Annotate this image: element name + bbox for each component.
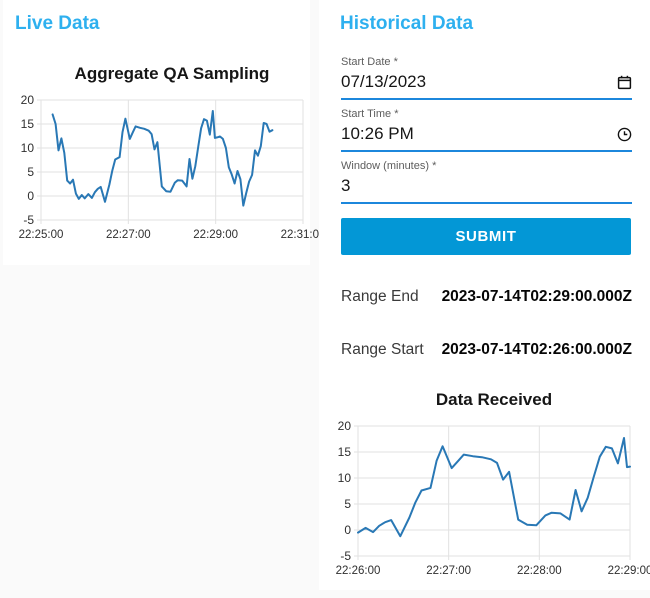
svg-text:10: 10: [21, 141, 35, 155]
svg-text:22:26:00: 22:26:00: [336, 565, 381, 577]
svg-text:5: 5: [27, 165, 34, 179]
svg-text:20: 20: [338, 419, 352, 433]
svg-text:22:28:00: 22:28:00: [517, 565, 562, 577]
live-chart-title: Aggregate QA Sampling: [74, 64, 270, 83]
svg-text:-5: -5: [23, 213, 34, 227]
calendar-icon[interactable]: [616, 74, 632, 90]
range-start-row: Range Start 2023-07-14T02:26:00.000Z: [341, 341, 632, 359]
svg-text:22:27:00: 22:27:00: [106, 229, 151, 241]
svg-text:10: 10: [338, 471, 352, 485]
svg-text:22:27:00: 22:27:00: [426, 565, 471, 577]
clock-icon[interactable]: [616, 126, 632, 142]
range-end-value: 2023-07-14T02:29:00.000Z: [441, 288, 632, 305]
range-end-row: Range End 2023-07-14T02:29:00.000Z: [341, 288, 632, 306]
range-start-label: Range Start: [341, 341, 424, 358]
window-minutes-input[interactable]: [341, 176, 632, 196]
window-minutes-label: Window (minutes) *: [341, 160, 437, 172]
start-date-input[interactable]: [341, 72, 616, 92]
range-start-value: 2023-07-14T02:26:00.000Z: [441, 341, 632, 358]
start-time-label: Start Time *: [341, 108, 399, 120]
svg-text:-5: -5: [340, 549, 351, 563]
received-chart-title: Data Received: [435, 390, 553, 409]
historical-data-heading: Historical Data: [340, 13, 474, 34]
live-data-panel: Live Data Aggregate QA Sampling -5 0 5 10 15…: [3, 0, 326, 265]
start-time-input[interactable]: [341, 124, 616, 144]
start-time-field[interactable]: Start Time *: [341, 108, 632, 152]
start-date-field[interactable]: Start Date *: [341, 56, 632, 100]
svg-text:0: 0: [344, 523, 351, 537]
window-minutes-field[interactable]: Window (minutes) *: [341, 160, 632, 204]
svg-text:20: 20: [21, 93, 35, 107]
svg-text:5: 5: [344, 497, 351, 511]
start-date-label: Start Date *: [341, 56, 398, 68]
received-chart: -5 0 5 10 15 20 22:26:00 22:27:00 22:28:00 22:29:…: [336, 419, 650, 577]
svg-text:15: 15: [21, 117, 35, 131]
svg-text:22:29:00: 22:29:00: [608, 565, 650, 577]
historical-data-panel: Historical Data Start Date * Start Time …: [319, 0, 650, 590]
svg-text:15: 15: [338, 445, 352, 459]
svg-text:0: 0: [27, 189, 34, 203]
live-data-heading: Live Data: [15, 13, 100, 34]
svg-text:22:29:00: 22:29:00: [193, 229, 238, 241]
svg-text:22:25:00: 22:25:00: [19, 229, 64, 241]
range-end-label: Range End: [341, 288, 419, 305]
live-chart: -50510152022:25:00 22:27:00 22:29:00 22:31:…: [19, 93, 326, 241]
submit-button[interactable]: SUBMIT: [341, 218, 631, 255]
